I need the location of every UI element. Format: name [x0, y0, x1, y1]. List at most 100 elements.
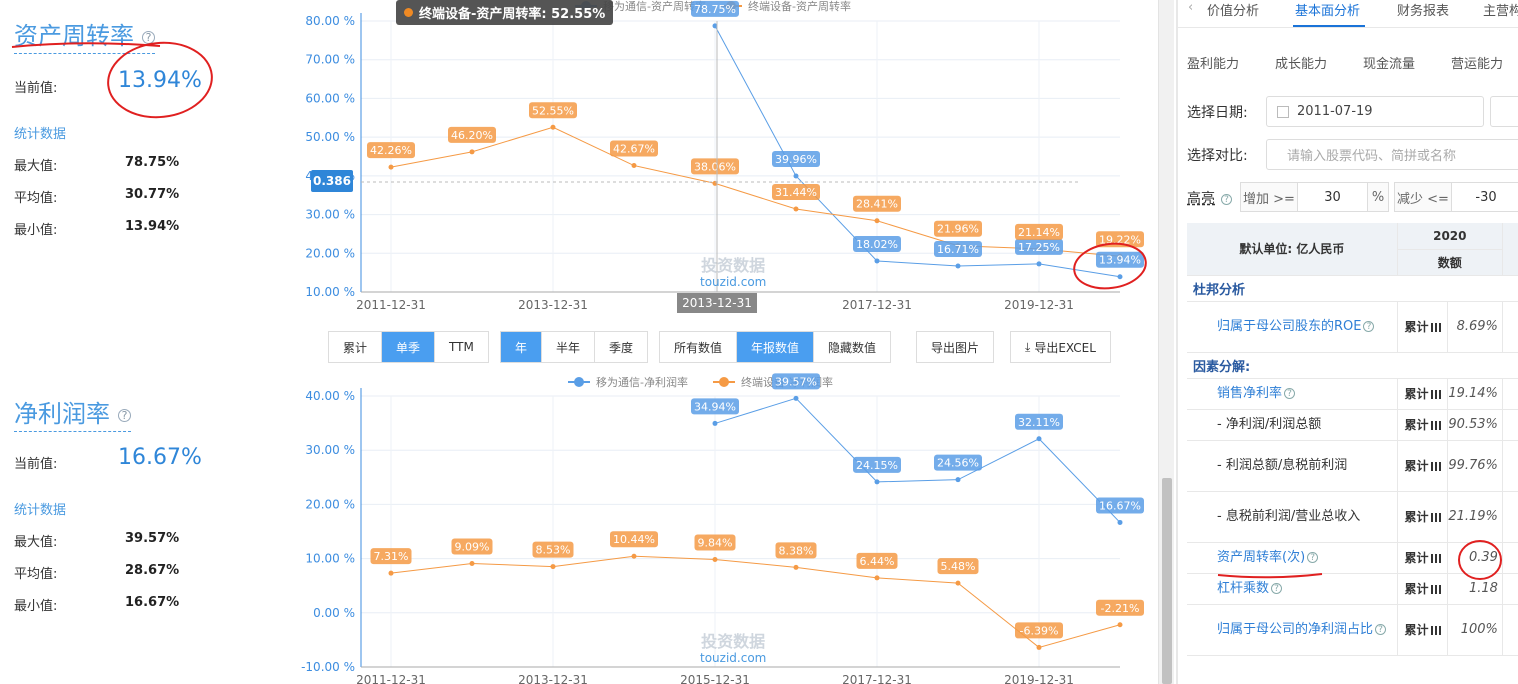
- bar-chart-icon[interactable]: [1430, 323, 1441, 332]
- export-image-button[interactable]: 导出图片: [917, 332, 994, 362]
- vertical-scrollbar[interactable]: [1158, 0, 1174, 684]
- table-row[interactable]: - 利润总额/息税前利润 累计 99.76%: [1187, 440, 1518, 492]
- y-tick-label: 20.00 %: [305, 497, 355, 511]
- empty-cell: [1502, 491, 1518, 543]
- x-tick-label: 2017-12-31: [842, 298, 912, 312]
- data-point: [1117, 274, 1123, 280]
- table-row[interactable]: 杠杆乘数? 累计 1.18: [1187, 573, 1518, 605]
- bar-chart-icon[interactable]: [1430, 421, 1441, 430]
- row-name-text: 归属于母公司股东的ROE: [1217, 318, 1362, 334]
- decrease-input[interactable]: -30: [1451, 182, 1518, 212]
- data-point: [874, 575, 880, 581]
- y-tick-label: 60.00 %: [305, 91, 355, 105]
- question-circle-icon[interactable]: ?: [142, 30, 155, 44]
- data-label: 21.96%: [937, 223, 979, 236]
- table-row[interactable]: - 净利润/利润总额 累计 90.53%: [1187, 409, 1518, 441]
- x-tick-label: 2013-12-31: [518, 298, 588, 312]
- watermark-cn: 投资数据: [701, 256, 766, 275]
- compare-input[interactable]: 请输入股票代码、简拼或名称: [1266, 139, 1518, 170]
- row-type: 累计: [1397, 491, 1449, 543]
- bar-chart-icon[interactable]: [1430, 462, 1441, 471]
- date-input[interactable]: 2011-07-19: [1266, 96, 1484, 127]
- question-circle-icon[interactable]: ?: [1271, 582, 1283, 594]
- stats-label: 统计数据: [14, 127, 67, 142]
- tab-fundamental-analysis[interactable]: 基本面分析: [1295, 0, 1360, 19]
- table-row[interactable]: 销售净利率? 累计 19.14%: [1187, 378, 1518, 410]
- data-point: [1036, 261, 1042, 267]
- hide-values-button[interactable]: 隐藏数值: [814, 332, 891, 362]
- row-type: 累计: [1397, 378, 1449, 410]
- increase-input[interactable]: 30: [1297, 182, 1368, 212]
- data-label: 31.44%: [775, 186, 817, 199]
- year-button[interactable]: 年: [501, 332, 543, 362]
- data-label: 17.25%: [1018, 241, 1060, 254]
- data-label: 21.14%: [1018, 226, 1060, 239]
- data-point: [469, 149, 475, 155]
- data-label: 7.31%: [374, 550, 409, 563]
- tab-financial-statements[interactable]: 财务报表: [1397, 0, 1449, 19]
- tab-value-analysis[interactable]: 价值分析: [1207, 0, 1259, 19]
- data-label: 16.67%: [1099, 499, 1141, 512]
- question-circle-icon[interactable]: ?: [1284, 387, 1296, 399]
- chevron-left-icon[interactable]: ‹: [1188, 0, 1193, 15]
- y-tick-label: 20.00 %: [305, 246, 355, 260]
- question-circle-icon[interactable]: ?: [118, 408, 131, 422]
- data-point: [1036, 644, 1042, 650]
- subtab-cashflow[interactable]: 现金流量: [1363, 53, 1415, 72]
- asset-turnover-title-text: 资产周转率: [14, 22, 134, 50]
- cumulative-button[interactable]: 累计: [329, 332, 383, 362]
- bar-chart-icon[interactable]: [1430, 626, 1441, 635]
- bar-chart-icon[interactable]: [1430, 585, 1441, 594]
- table-row[interactable]: - 息税前利润/营业总收入 累计 21.19%: [1187, 491, 1518, 543]
- min-label: 最小值:: [14, 599, 58, 614]
- scrollbar-thumb[interactable]: [1162, 478, 1172, 684]
- y-tick-label: 30.00 %: [305, 443, 355, 457]
- row-value: 19.14%: [1447, 378, 1503, 410]
- max-value: 78.75%: [125, 155, 180, 170]
- empty-cell: [1502, 542, 1518, 574]
- subtab-growth[interactable]: 成长能力: [1275, 53, 1327, 72]
- row-name-text: 资产周转率(次): [1217, 549, 1306, 565]
- bar-chart-icon[interactable]: [1430, 513, 1441, 522]
- watermark-en: touzid.com: [700, 275, 767, 289]
- data-label: 42.26%: [370, 144, 412, 157]
- subtab-operating[interactable]: 营运能力: [1451, 53, 1503, 72]
- data-label: 8.53%: [536, 544, 571, 557]
- data-point: [874, 258, 880, 264]
- quarter-button[interactable]: 季度: [595, 332, 648, 362]
- app-root: 资产周转率? 当前值: 13.94% 统计数据 最大值: 78.75% 平均值:…: [0, 0, 1518, 684]
- x-tick-label: 2019-12-31: [1004, 673, 1074, 684]
- annual-values-button[interactable]: 年报数值: [737, 332, 815, 362]
- half-year-button[interactable]: 半年: [542, 332, 596, 362]
- empty-cell: [1502, 378, 1518, 410]
- data-label: 52.55%: [532, 104, 574, 117]
- table-row[interactable]: 归属于母公司的净利润占比? 累计 100%: [1187, 604, 1518, 656]
- bar-chart-icon[interactable]: [1430, 554, 1441, 563]
- row-value: 0.39: [1447, 542, 1503, 574]
- x-tick-label: 2017-12-31: [842, 673, 912, 684]
- question-circle-icon[interactable]: ?: [1221, 193, 1232, 205]
- decrease-label: 减少 <=: [1394, 182, 1452, 212]
- single-quarter-button[interactable]: 单季: [382, 332, 436, 362]
- table-row[interactable]: 归属于母公司股东的ROE? 累计 8.69%: [1187, 301, 1518, 353]
- all-values-button[interactable]: 所有数值: [660, 332, 738, 362]
- empty-cell: [1502, 573, 1518, 605]
- data-point: [793, 173, 799, 179]
- tab-main-business[interactable]: 主营构成: [1483, 0, 1518, 19]
- export-excel-button[interactable]: ⤓ 导出EXCEL: [1011, 332, 1110, 362]
- data-label: 24.15%: [856, 459, 898, 472]
- subtab-profitability[interactable]: 盈利能力: [1187, 53, 1239, 72]
- amount-header: 数额: [1397, 249, 1503, 276]
- question-circle-icon[interactable]: ?: [1307, 551, 1319, 563]
- series-dot-icon: [404, 8, 413, 17]
- bar-chart-icon[interactable]: [1430, 390, 1441, 399]
- ttm-button[interactable]: TTM: [435, 332, 488, 362]
- table-row[interactable]: 资产周转率(次)? 累计 0.39: [1187, 542, 1518, 574]
- asset-turnover-current-value: 13.94%: [118, 68, 202, 93]
- data-label: 8.38%: [779, 544, 814, 557]
- end-date-input[interactable]: [1490, 96, 1518, 127]
- data-point: [388, 570, 394, 576]
- question-circle-icon[interactable]: ?: [1375, 623, 1387, 635]
- date-label: 选择日期:: [1187, 105, 1248, 121]
- question-circle-icon[interactable]: ?: [1363, 320, 1375, 332]
